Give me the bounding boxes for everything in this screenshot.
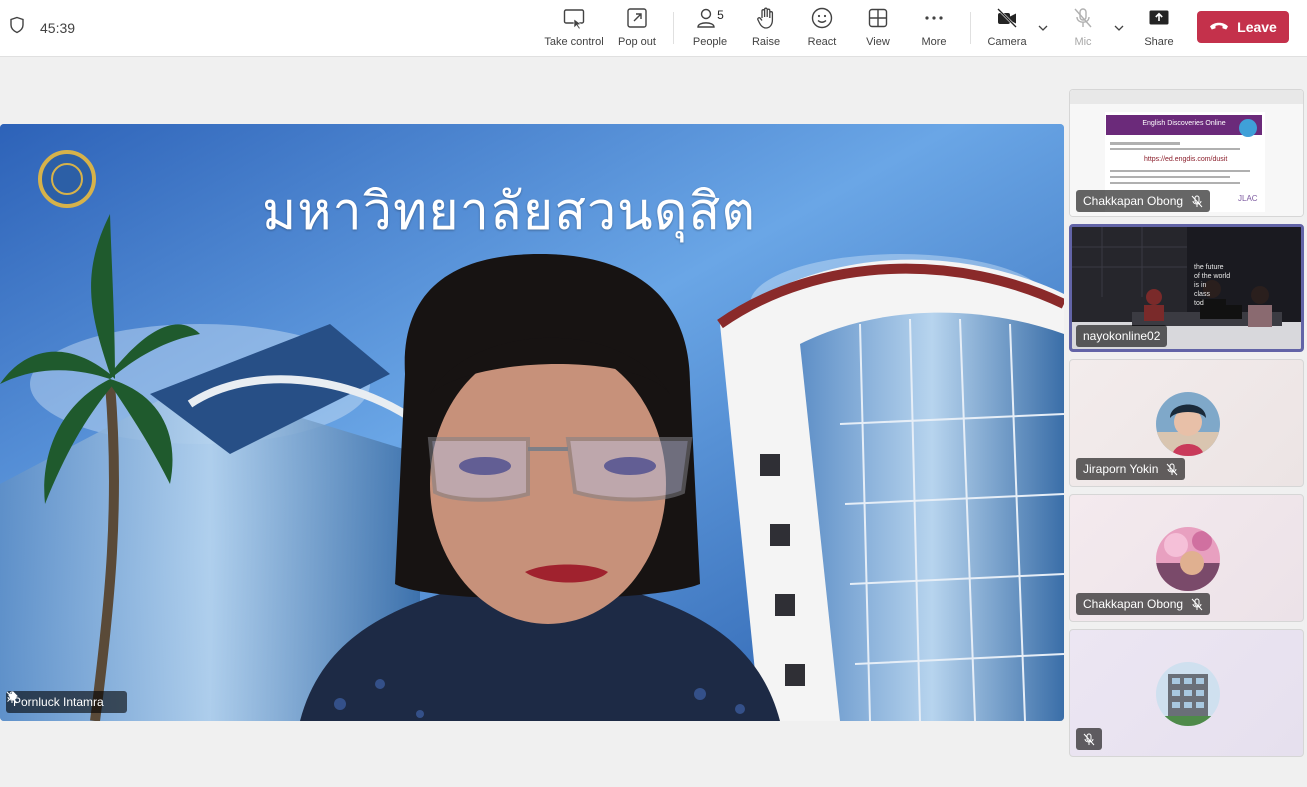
raise-hand-icon bbox=[754, 6, 778, 30]
shield-icon[interactable] bbox=[8, 16, 26, 39]
pop-out-button[interactable]: Pop out bbox=[605, 6, 669, 50]
stage-background-title: มหาวิทยาลัยสวนดุสิต bbox=[262, 182, 756, 242]
camera-label: Camera bbox=[987, 36, 1027, 48]
participant-name-tag: nayokonline02 bbox=[1076, 325, 1168, 347]
leave-button[interactable]: Leave bbox=[1197, 11, 1289, 43]
participant-name-tag: Chakkapan Obong bbox=[1076, 593, 1211, 615]
speaker-name-tag: Pornluck Intamra bbox=[6, 691, 127, 713]
participant-avatar bbox=[1156, 662, 1220, 726]
raise-label: Raise bbox=[751, 36, 781, 48]
meeting-info: 45:39 bbox=[8, 16, 75, 39]
grid-view-icon bbox=[866, 6, 890, 30]
take-control-icon bbox=[562, 6, 586, 30]
room-wall-text-line: class bbox=[1194, 291, 1210, 298]
participant-name: Chakkapan Obong bbox=[1083, 194, 1184, 208]
hang-up-icon bbox=[1209, 19, 1229, 35]
more-label: More bbox=[921, 36, 947, 48]
mic-options-chevron-down-icon[interactable] bbox=[1111, 20, 1127, 36]
raise-hand-button[interactable]: Raise bbox=[734, 6, 798, 50]
view-button[interactable]: View bbox=[846, 6, 910, 50]
share-label: Share bbox=[1144, 36, 1174, 48]
share-button[interactable]: Share bbox=[1127, 6, 1191, 50]
room-wall-text: the future of the world is in class tod bbox=[1194, 263, 1230, 308]
view-label: View bbox=[866, 36, 890, 48]
mic-button[interactable]: Mic bbox=[1051, 6, 1115, 50]
room-wall-text-line: is in bbox=[1194, 282, 1207, 289]
participant-avatar bbox=[1156, 392, 1220, 456]
people-button[interactable]: 5 People bbox=[678, 6, 742, 50]
mic-muted-icon bbox=[1083, 733, 1095, 746]
screen-share-heading: English Discoveries Online bbox=[1142, 120, 1226, 127]
participant-tile[interactable]: Jiraporn Yokin bbox=[1069, 359, 1304, 487]
meeting-timer: 45:39 bbox=[40, 19, 76, 36]
camera-button[interactable]: Camera bbox=[975, 6, 1039, 50]
room-wall-text-line: the future bbox=[1194, 264, 1224, 271]
take-control-button[interactable]: Take control bbox=[542, 6, 606, 50]
react-button[interactable]: React bbox=[790, 6, 854, 50]
room-wall-text-line: tod bbox=[1194, 300, 1204, 307]
participant-name: nayokonline02 bbox=[1083, 329, 1161, 343]
people-count: 5 bbox=[717, 8, 724, 22]
share-icon bbox=[1147, 6, 1171, 30]
participant-tile[interactable]: Chakkapan Obong bbox=[1069, 494, 1304, 622]
camera-options-chevron-down-icon[interactable] bbox=[1035, 20, 1051, 36]
participant-name: Chakkapan Obong bbox=[1083, 597, 1184, 611]
main-video-stage[interactable]: มหาวิทยาลัยสวนดุสิต Pornluck Intamra bbox=[0, 124, 1064, 721]
toolbar-divider bbox=[673, 12, 674, 44]
take-control-label: Take control bbox=[544, 36, 604, 48]
leave-label: Leave bbox=[1237, 19, 1277, 35]
mic-label: Mic bbox=[1074, 36, 1092, 48]
mic-muted-icon bbox=[1191, 598, 1203, 611]
participant-name-tag: Jiraporn Yokin bbox=[1076, 458, 1186, 480]
participant-tile[interactable]: the future of the world is in class tod … bbox=[1069, 224, 1304, 352]
speaker-name: Pornluck Intamra bbox=[13, 695, 104, 709]
participant-name: Jiraporn Yokin bbox=[1083, 462, 1159, 476]
participant-name-tag: Chakkapan Obong bbox=[1076, 190, 1211, 212]
more-dots-icon bbox=[922, 6, 946, 30]
screen-share-url: https://ed.engdis.com/dusit bbox=[1144, 156, 1228, 163]
participant-tile[interactable] bbox=[1069, 629, 1304, 757]
participant-avatar bbox=[1156, 527, 1220, 591]
mic-off-icon bbox=[1071, 6, 1095, 30]
pop-out-icon bbox=[625, 6, 649, 30]
mic-muted-icon bbox=[1166, 463, 1178, 476]
screen-share-logo: JLAC bbox=[1238, 194, 1258, 203]
people-icon bbox=[697, 8, 715, 28]
camera-off-icon bbox=[995, 6, 1019, 30]
more-button[interactable]: More bbox=[902, 6, 966, 50]
participant-name-tag bbox=[1076, 728, 1102, 750]
react-label: React bbox=[807, 36, 837, 48]
pop-out-label: Pop out bbox=[618, 36, 656, 48]
participant-tile[interactable]: English Discoveries Online https://ed.en… bbox=[1069, 89, 1304, 217]
room-wall-text-line: of the world bbox=[1194, 273, 1231, 280]
toolbar-divider bbox=[970, 12, 971, 44]
meeting-toolbar: 45:39 Take control Pop out 5 People Rais… bbox=[0, 0, 1307, 57]
mic-muted-icon bbox=[1191, 195, 1203, 208]
people-label: People bbox=[692, 36, 728, 48]
people-icon-wrap: 5 bbox=[696, 6, 724, 30]
smiley-icon bbox=[810, 6, 834, 30]
